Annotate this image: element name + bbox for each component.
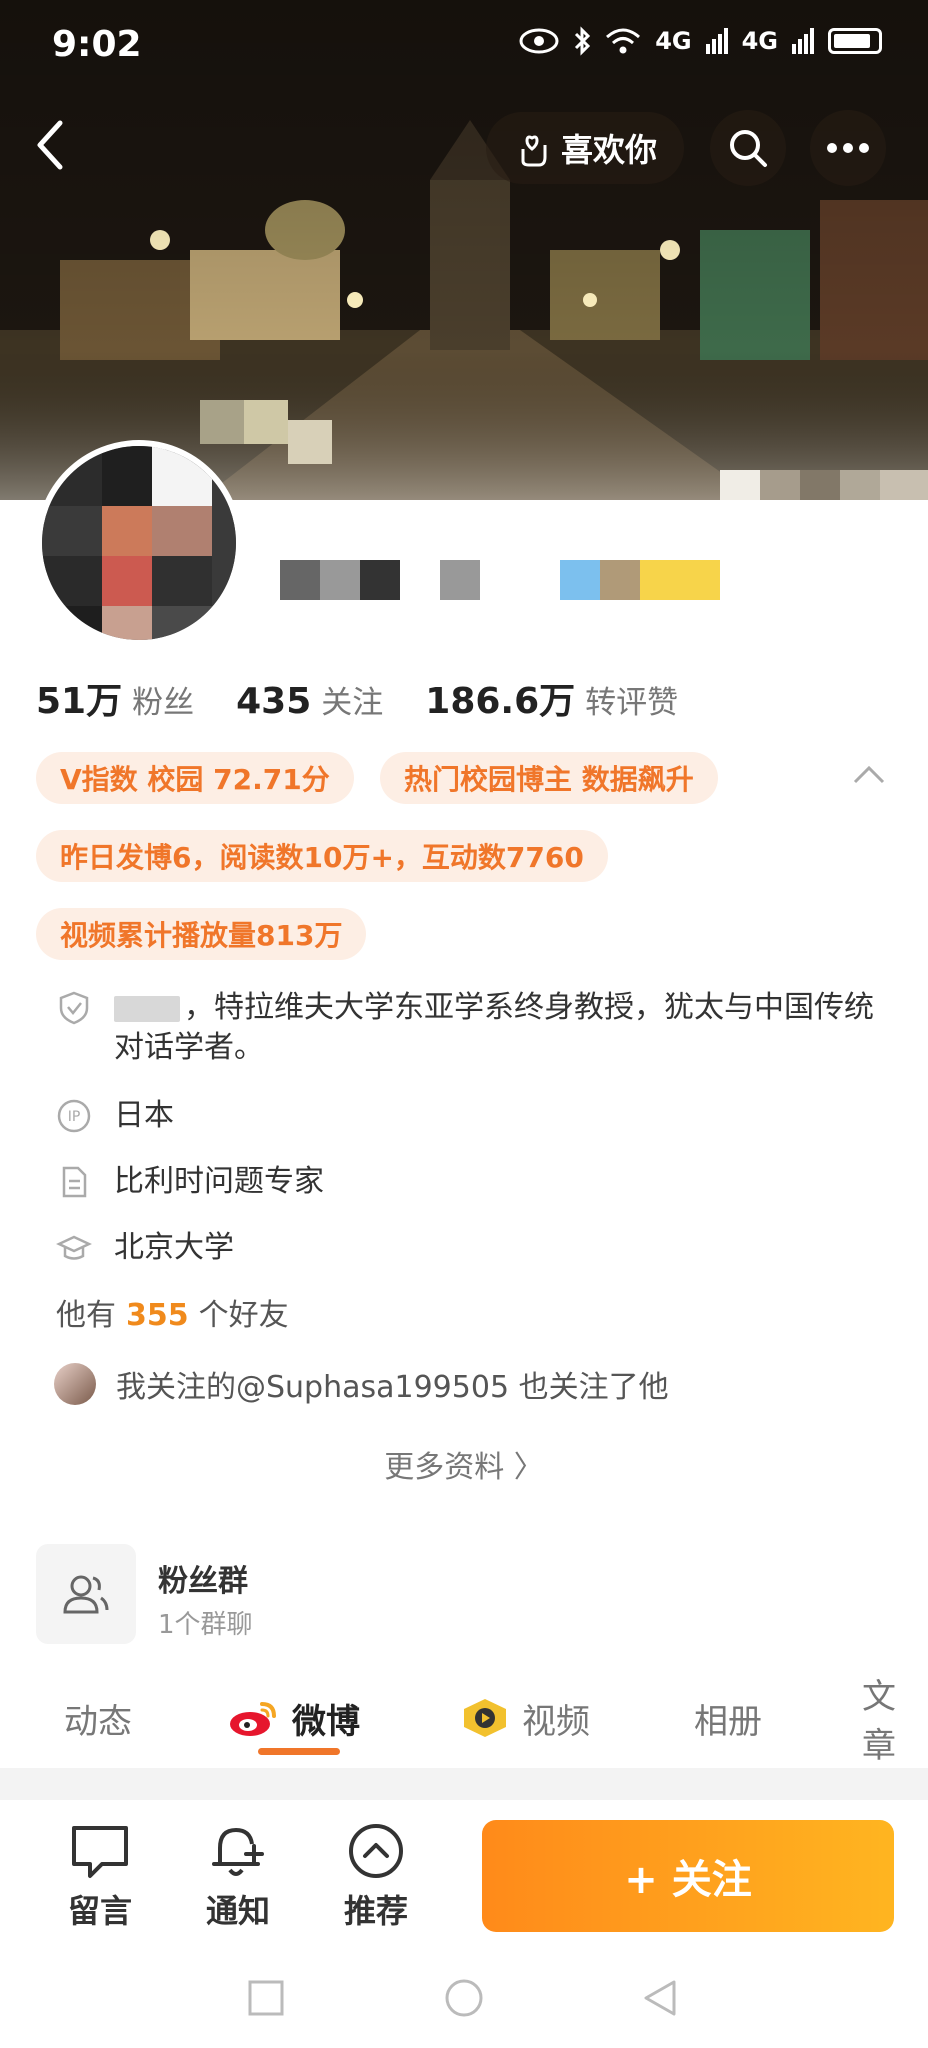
mutual-text: 我关注的@Suphasa199505 也关注了他 (116, 1370, 669, 1405)
stat-following-label: 关注 (321, 685, 384, 721)
stat-following[interactable]: 435 关注 (236, 677, 383, 722)
stat-interactions[interactable]: 186.6万 转评赞 (425, 672, 678, 724)
chevron-up-icon[interactable] (852, 764, 886, 786)
cover-banner[interactable]: 9:02 4G 4G 喜欢你 (0, 0, 928, 500)
home-icon[interactable] (444, 1978, 484, 2018)
tab-video[interactable]: 视频 (460, 1688, 590, 1748)
recommend-label: 推荐 (343, 1892, 408, 1930)
wifi-icon (606, 28, 641, 54)
bio-name-redacted (114, 995, 180, 1022)
back-nav-icon[interactable] (640, 1978, 680, 2018)
follow-button[interactable]: + 关注 (482, 1820, 894, 1932)
more-button[interactable] (810, 110, 886, 186)
mutual-follow-row[interactable]: 我关注的@Suphasa199505 也关注了他 (54, 1362, 669, 1406)
status-time: 9:02 (52, 24, 142, 65)
tab-weibo[interactable]: 微博 (228, 1688, 360, 1748)
stat-fans-label: 粉丝 (132, 685, 195, 721)
profile-page: 9:02 4G 4G 喜欢你 51万 粉丝 435 关注 186.6万 转评赞 … (0, 0, 928, 2048)
stat-following-value: 435 (236, 681, 312, 722)
stat-fans[interactable]: 51万 粉丝 (36, 672, 194, 724)
battery-icon (828, 28, 882, 54)
friends-count-row[interactable]: 他有 355 个好友 (56, 1290, 289, 1334)
more-info-link[interactable]: 更多资料 〉 (0, 1442, 928, 1486)
ip-location-icon: IP (57, 1099, 91, 1133)
group-users-icon (63, 1575, 109, 1614)
friends-prefix: 他有 (56, 1298, 116, 1333)
recent-apps-icon[interactable] (246, 1978, 286, 2018)
chevron-left-icon (37, 120, 63, 170)
search-button[interactable] (710, 110, 786, 186)
friends-suffix: 个好友 (198, 1298, 289, 1333)
profile-tabs: 动态 微博 视频 相册 文章 (0, 1677, 928, 1768)
tab-feed[interactable]: 动态 (64, 1688, 132, 1748)
back-button[interactable] (30, 115, 90, 181)
bottom-action-bar: 留言 通知 推荐 + 关注 (0, 1800, 928, 1950)
tab-article-label: 文章 (862, 1677, 896, 1766)
tab-article[interactable]: 文章 (862, 1677, 928, 1766)
hand-heart-icon (521, 135, 547, 167)
active-tab-indicator (258, 1748, 340, 1755)
friends-count: 355 (126, 1298, 189, 1333)
message-label: 留言 (67, 1892, 132, 1930)
like-you-button[interactable]: 喜欢你 (486, 112, 684, 184)
graduation-cap-icon (56, 1235, 92, 1260)
search-icon (730, 130, 767, 167)
fan-group-subtitle: 1个群聊 (158, 1610, 253, 1640)
signal-icon-2 (792, 28, 814, 54)
tab-weibo-label: 微博 (292, 1701, 360, 1742)
tag-yesterday-stats[interactable]: 昨日发博6，阅读数10万+，互动数7760 (36, 830, 608, 882)
signal-icon (705, 28, 728, 54)
mutual-avatar (54, 1363, 96, 1405)
status-icons: 4G 4G (519, 26, 882, 56)
avatar[interactable] (36, 440, 242, 646)
tab-album[interactable]: 相册 (694, 1688, 762, 1748)
svg-text:IP: IP (68, 1109, 81, 1125)
tab-video-label: 视频 (522, 1701, 590, 1742)
status-bar: 9:02 4G 4G (0, 0, 928, 90)
bluetooth-icon (575, 26, 591, 56)
document-icon (62, 1166, 87, 1198)
network-label-1: 4G (655, 27, 692, 55)
fan-group-title[interactable]: 粉丝群 (158, 1556, 248, 1600)
ip-row: IP 日本 (56, 1096, 174, 1136)
more-dots-icon (827, 143, 869, 153)
username-redacted (280, 560, 720, 600)
tag-hot-blogger[interactable]: 热门校园博主 数据飙升 (380, 752, 718, 804)
notify-button[interactable]: 通知 (188, 1822, 288, 1932)
like-you-label: 喜欢你 (560, 131, 657, 169)
follow-label: + 关注 (624, 1857, 752, 1903)
recommend-button[interactable]: 推荐 (326, 1822, 426, 1932)
bio-row: ，特拉维夫大学东亚学系终身教授，犹太与中国传统对话学者。 (56, 988, 874, 1068)
bell-plus-icon (212, 1827, 264, 1876)
message-bubble-icon (72, 1826, 128, 1878)
chevron-up-circle-icon (349, 1824, 403, 1878)
profile-stats: 51万 粉丝 435 关注 186.6万 转评赞 (36, 672, 720, 724)
ip-text: 日本 (114, 1098, 174, 1133)
stat-interactions-value: 186.6万 (425, 681, 576, 722)
fan-group-card[interactable] (36, 1544, 136, 1644)
system-nav-bar (0, 1950, 928, 2048)
verified-shield-icon (59, 991, 89, 1025)
tab-feed-label: 动态 (64, 1701, 132, 1742)
stat-interactions-label: 转评赞 (585, 685, 679, 721)
notify-label: 通知 (205, 1892, 270, 1930)
expertise-row: 比利时问题专家 (56, 1162, 324, 1202)
bio-text: ，特拉维夫大学东亚学系终身教授，犹太与中国传统对话学者。 (114, 990, 874, 1065)
weibo-logo-icon (230, 1702, 276, 1736)
tag-video-plays[interactable]: 视频累计播放量813万 (36, 908, 367, 960)
school-text: 北京大学 (114, 1230, 234, 1265)
stat-fans-value: 51万 (36, 681, 123, 722)
tag-v-index[interactable]: V指数 校园 72.71分 (36, 752, 354, 804)
network-label-2: 4G (741, 27, 778, 55)
video-badge-icon (464, 1699, 506, 1737)
expertise-text: 比利时问题专家 (114, 1164, 324, 1199)
eye-icon (519, 28, 559, 54)
message-button[interactable]: 留言 (50, 1822, 150, 1932)
tab-album-label: 相册 (694, 1701, 762, 1742)
school-row: 北京大学 (56, 1228, 234, 1268)
